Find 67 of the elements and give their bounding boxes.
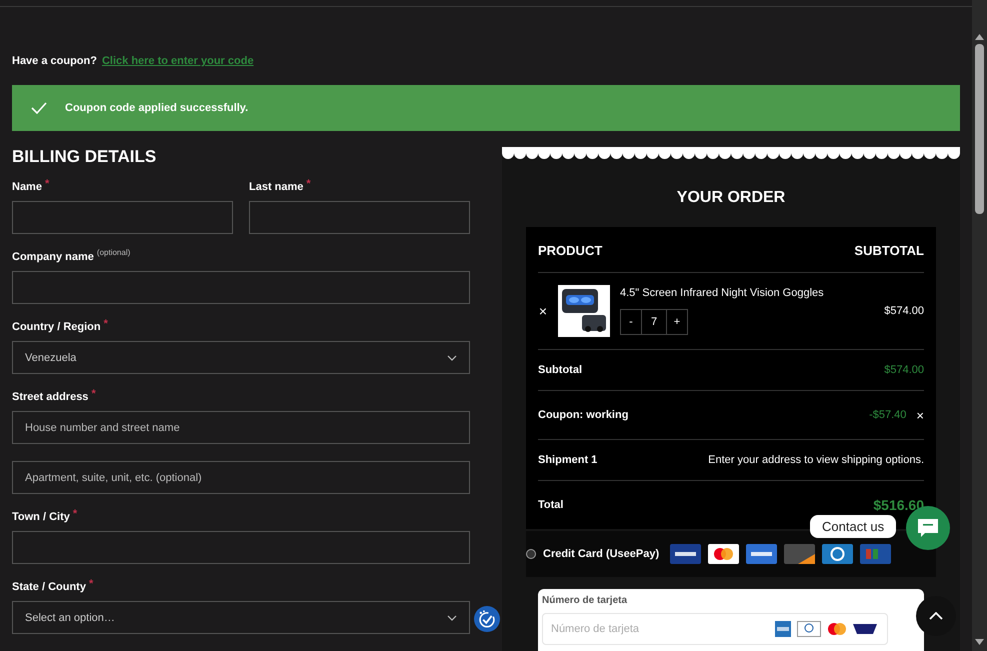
card-logo-icon xyxy=(853,624,877,634)
scroll-down-icon[interactable] xyxy=(975,639,984,645)
remove-coupon-button[interactable]: × xyxy=(916,408,924,422)
card-logo-icon xyxy=(827,622,847,636)
input-field[interactable]: House number and street name xyxy=(12,411,470,444)
field-label: Country / Region xyxy=(12,321,101,333)
card-logo-icon xyxy=(775,621,791,637)
field-label: Town / City xyxy=(12,511,70,523)
field-label: State / County xyxy=(12,581,86,593)
chevron-down-icon xyxy=(447,354,457,360)
card-logo-icon xyxy=(746,544,778,564)
card-logo-icon xyxy=(860,544,892,564)
input-field[interactable]: Apartment, suite, unit, etc. (optional) xyxy=(12,461,470,494)
required-mark: * xyxy=(88,578,94,590)
card-logo-icon xyxy=(822,544,854,564)
card-logo-icon xyxy=(708,544,740,564)
total-value: -$57.40 xyxy=(869,409,906,421)
scrollbar-thumb[interactable] xyxy=(975,44,984,214)
total-label: Total xyxy=(538,499,564,511)
required-mark: * xyxy=(91,388,96,400)
input-field[interactable] xyxy=(249,201,470,234)
total-value: $574.00 xyxy=(884,364,924,376)
field-label: Street address xyxy=(12,391,88,403)
card-logo-icon xyxy=(797,621,821,637)
scrollbar[interactable] xyxy=(972,0,987,651)
notice-text: Coupon code applied successfully. xyxy=(65,102,248,114)
total-value: Enter your address to view shipping options. xyxy=(708,454,924,466)
billing-title: BILLING DETAILS xyxy=(12,147,158,167)
field-label: Last name xyxy=(249,181,304,193)
optional-note: (optional) xyxy=(96,248,130,257)
field-label: Número de tarjeta xyxy=(542,595,628,606)
product-name: 4.5" Screen Infrared Night Vision Goggles xyxy=(620,287,825,299)
coupon-prompt: Have a coupon? xyxy=(12,55,97,67)
accessibility-icon xyxy=(477,609,497,629)
required-mark: * xyxy=(72,508,78,520)
chat-bubble-icon xyxy=(917,518,939,538)
total-label: Subtotal xyxy=(538,364,582,376)
quantity-field[interactable]: 7 xyxy=(641,310,667,334)
accessibility-button[interactable] xyxy=(474,606,500,632)
input-field[interactable] xyxy=(12,201,233,234)
chevron-up-icon xyxy=(929,612,943,620)
column-header: PRODUCT xyxy=(538,243,602,258)
chat-label[interactable]: Contact us xyxy=(810,515,896,538)
select-field[interactable]: Select an option… xyxy=(12,601,470,634)
item-price: $574.00 xyxy=(884,305,924,317)
required-mark: * xyxy=(104,318,108,330)
total-label: Coupon: working xyxy=(538,409,628,421)
input-field[interactable] xyxy=(12,531,470,564)
payment-method-label: Credit Card (UseePay) xyxy=(543,548,660,560)
card-logo-icon xyxy=(670,544,702,564)
field-label: Name xyxy=(12,181,42,193)
enter-coupon-link[interactable]: Click here to enter your code xyxy=(102,55,254,67)
field-label: Company name xyxy=(12,251,94,263)
radio-button[interactable] xyxy=(526,549,536,559)
scroll-up-icon[interactable] xyxy=(975,34,984,40)
required-mark: * xyxy=(306,178,311,190)
chevron-down-icon xyxy=(447,614,457,620)
column-header: SUBTOTAL xyxy=(854,243,924,258)
total-label: Shipment 1 xyxy=(538,454,598,466)
required-mark: * xyxy=(44,178,50,190)
checkmark-icon xyxy=(31,102,47,114)
total-value: $516.60 xyxy=(873,497,924,513)
remove-item-button[interactable]: × xyxy=(538,303,548,319)
order-title: YOUR ORDER xyxy=(676,189,786,207)
input-field[interactable] xyxy=(12,271,470,304)
select-field[interactable]: Venezuela xyxy=(12,341,470,374)
card-logo-icon xyxy=(784,544,816,564)
